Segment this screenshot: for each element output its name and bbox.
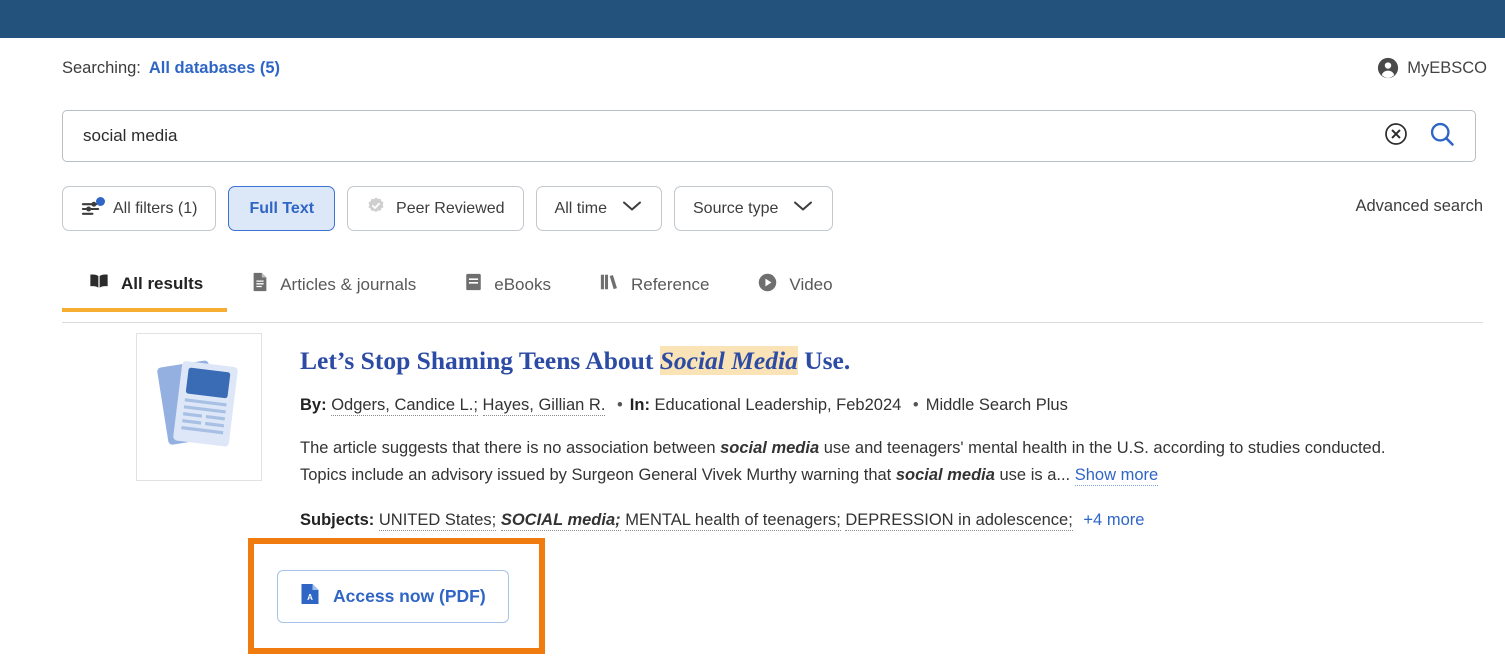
myebsco-account-button[interactable]: MyEBSCO: [1377, 57, 1487, 79]
tab-ebooks[interactable]: eBooks: [440, 272, 575, 313]
chevron-down-icon: [621, 199, 643, 218]
byline-separator: •: [617, 396, 623, 415]
abstract-text: use is a...: [994, 466, 1071, 485]
searching-row: Searching: All databases (5): [62, 59, 280, 78]
by-label: By:: [300, 396, 327, 415]
show-more-link[interactable]: Show more: [1074, 466, 1159, 487]
open-book-icon: [88, 272, 110, 295]
all-time-filter-dropdown[interactable]: All time: [535, 186, 662, 231]
peer-reviewed-filter-pill[interactable]: Peer Reviewed: [347, 186, 524, 231]
search-input[interactable]: [63, 126, 1373, 146]
access-now-label: Access now (PDF): [333, 586, 486, 606]
subjects-label: Subjects:: [300, 511, 375, 530]
title-text-before: Let’s Stop Shaming Teens About: [300, 346, 660, 375]
bookshelf-icon: [599, 272, 620, 297]
author-link[interactable]: Odgers, Candice L.;: [331, 396, 478, 417]
result-abstract: The article suggests that there is no as…: [300, 435, 1412, 490]
in-label: In:: [629, 396, 650, 415]
source-type-filter-dropdown[interactable]: Source type: [674, 186, 834, 231]
result-byline: By: Odgers, Candice L.; Hayes, Gillian R…: [300, 394, 1460, 417]
filter-sliders-icon: [81, 196, 105, 219]
all-filters-label: All filters (1): [113, 199, 198, 217]
all-filters-button[interactable]: All filters (1): [62, 186, 217, 231]
searching-label: Searching:: [62, 59, 141, 77]
tab-reference[interactable]: Reference: [575, 272, 733, 313]
result-subjects: Subjects: UNITED States; SOCIAL media; M…: [300, 509, 1460, 532]
abstract-text: The article suggests that there is no as…: [300, 438, 721, 457]
play-circle-icon: [757, 272, 778, 298]
circle-x-icon: [1384, 122, 1408, 151]
chevron-down-icon: [792, 199, 814, 218]
tab-label: Video: [789, 275, 833, 294]
peer-reviewed-label: Peer Reviewed: [396, 199, 505, 217]
clear-search-button[interactable]: [1373, 113, 1419, 159]
tab-label: All results: [121, 273, 204, 293]
subject-link[interactable]: MENTAL health of teenagers;: [625, 511, 841, 532]
database-selector-link[interactable]: All databases (5): [149, 59, 280, 78]
subject-link[interactable]: DEPRESSION in adolescence;: [845, 511, 1073, 532]
subjects-more-link[interactable]: +4 more: [1083, 511, 1144, 530]
abstract-bold-term: social media: [895, 466, 995, 485]
advanced-search-link[interactable]: Advanced search: [1356, 197, 1484, 216]
search-submit-button[interactable]: [1419, 113, 1465, 159]
search-box: [62, 110, 1476, 162]
magnifier-icon: [1428, 120, 1456, 153]
myebsco-label: MyEBSCO: [1407, 58, 1487, 77]
result-database: Middle Search Plus: [925, 396, 1068, 415]
title-highlight: Social Media: [659, 346, 798, 375]
tab-video[interactable]: Video: [733, 272, 856, 314]
tab-all-results[interactable]: All results: [62, 272, 228, 312]
author-link[interactable]: Hayes, Gillian R.: [482, 396, 606, 417]
svg-text:A: A: [307, 593, 313, 602]
ebsco-search-results-page: Searching: All databases (5) MyEBSCO soc…: [0, 0, 1505, 662]
filter-badge-dot: [96, 196, 105, 206]
byline-separator: •: [912, 396, 919, 415]
verified-badge-icon: [366, 196, 386, 221]
all-time-label: All time: [554, 199, 607, 217]
tab-label: Articles & journals: [280, 274, 417, 294]
title-text-after: Use.: [797, 346, 851, 375]
full-text-filter-pill[interactable]: Full Text: [228, 186, 336, 231]
closed-book-icon: [464, 272, 483, 297]
newspaper-thumbnail-icon: [147, 350, 251, 465]
access-now-pdf-button[interactable]: A Access now (PDF): [277, 570, 509, 623]
full-text-label: Full Text: [249, 199, 315, 217]
tab-articles-journals[interactable]: Articles & journals: [227, 272, 440, 313]
person-circle-icon: [1377, 57, 1399, 79]
subject-link[interactable]: UNITED States;: [378, 511, 497, 532]
tab-label: eBooks: [494, 274, 551, 294]
filter-bar: All filters (1) Full Text Peer Reviewed …: [62, 186, 834, 231]
abstract-bold-term: social media: [720, 438, 820, 457]
source-type-label: Source type: [693, 199, 779, 217]
top-banner: [0, 0, 1505, 38]
result-title-link[interactable]: Let’s Stop Shaming Teens About Social Me…: [300, 346, 1460, 375]
tabs-divider: [62, 322, 1483, 323]
result-thumbnail: [136, 333, 262, 481]
pdf-file-icon: A: [300, 583, 320, 610]
subject-link[interactable]: SOCIAL media;: [500, 511, 621, 532]
active-tab-underline: [62, 308, 228, 312]
result-item: Let’s Stop Shaming Teens About Social Me…: [300, 346, 1460, 532]
result-source: Educational Leadership, Feb2024: [654, 396, 902, 415]
document-icon: [251, 272, 269, 297]
tab-label: Reference: [630, 274, 710, 294]
results-tabs: All results Articles & journals eBooks R…: [62, 272, 857, 314]
